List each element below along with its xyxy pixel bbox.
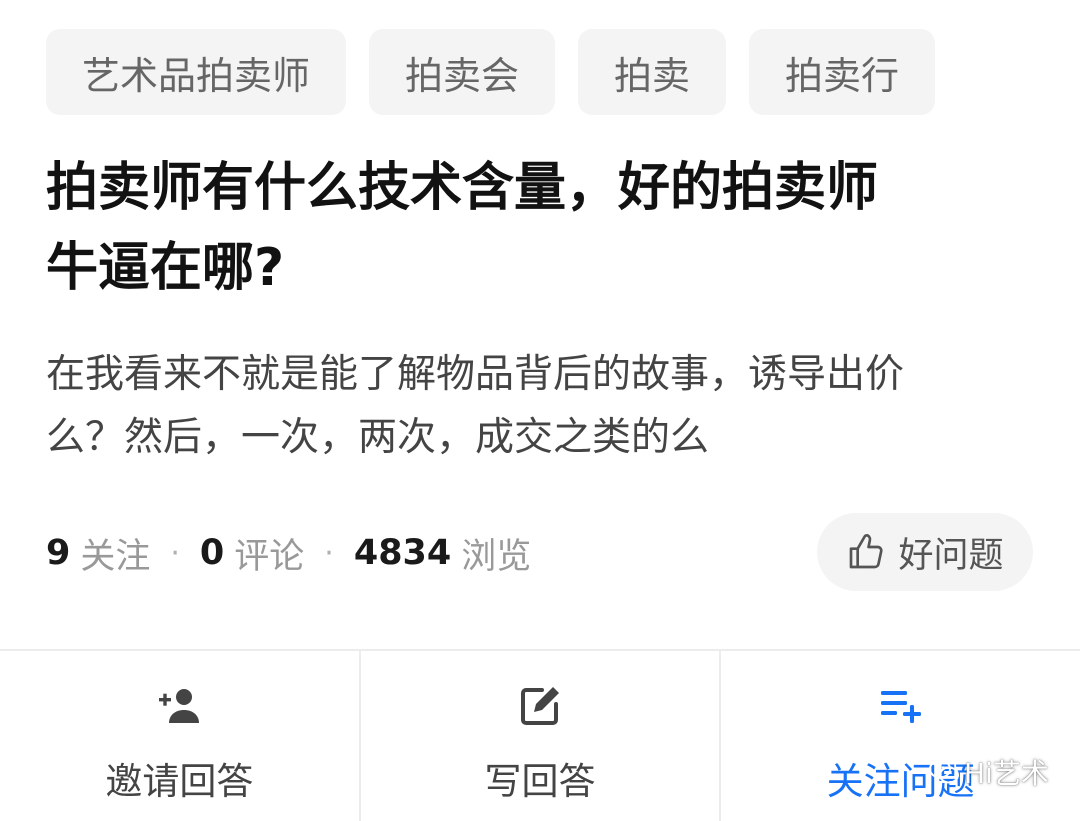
comments-label[interactable]: 评论 xyxy=(234,528,304,579)
edit-icon xyxy=(517,683,563,729)
separator-dot: · xyxy=(170,535,180,571)
invite-answer-button[interactable]: 邀请回答 xyxy=(0,651,359,821)
views-label: 浏览 xyxy=(461,536,532,577)
topic-tag[interactable]: 拍卖行 xyxy=(749,29,936,115)
watermark: Hi艺术 xyxy=(928,752,1049,792)
separator-dot: · xyxy=(324,535,334,571)
question-description[interactable]: 在我看来不就是能了解物品背后的故事，诱导出价 么？然后，一次，两次，成交之类的么 xyxy=(46,343,1036,469)
question-page: 艺术品拍卖师 拍卖会 拍卖 拍卖行 拍卖师有什么技术含量，好的拍卖师 牛逼在哪?… xyxy=(0,0,1080,821)
invite-answer-label: 邀请回答 xyxy=(105,760,254,803)
follow-question-button[interactable]: 关注问题 xyxy=(719,651,1080,821)
question-title-line: 牛逼在哪? xyxy=(46,238,285,298)
add-list-icon xyxy=(878,683,924,729)
good-question-label: 好问题 xyxy=(898,535,1004,576)
write-answer-label: 写回答 xyxy=(484,760,596,803)
wechat-icon xyxy=(929,759,959,784)
question-title-line: 拍卖师有什么技术含量，好的拍卖师 xyxy=(46,158,879,218)
followers-label: 关注 xyxy=(80,536,151,577)
thumbs-up-icon xyxy=(850,533,884,569)
views-count: 4834 xyxy=(353,533,452,573)
followers-count: 9 xyxy=(46,533,71,573)
write-answer-button[interactable]: 写回答 xyxy=(358,651,720,821)
description-line: 么？然后，一次，两次，成交之类的么 xyxy=(46,415,710,460)
add-user-icon xyxy=(156,683,202,729)
question-title: 拍卖师有什么技术含量，好的拍卖师 牛逼在哪? xyxy=(46,148,1026,308)
description-line: 在我看来不就是能了解物品背后的故事，诱导出价 xyxy=(46,352,905,397)
topic-tags: 艺术品拍卖师 拍卖会 拍卖 拍卖行 xyxy=(46,29,936,115)
topic-tag[interactable]: 艺术品拍卖师 xyxy=(46,29,347,115)
good-question-button[interactable]: 好问题 xyxy=(817,513,1033,591)
question-stats: 9 关注 · 0 评论 · 4834 浏览 xyxy=(46,520,531,586)
bottom-action-bar: 邀请回答 写回答 关注问题 xyxy=(0,649,1080,821)
watermark-text: Hi艺术 xyxy=(964,757,1049,790)
topic-tag[interactable]: 拍卖会 xyxy=(369,29,556,115)
topic-tag[interactable]: 拍卖 xyxy=(578,29,727,115)
comments-count: 0 xyxy=(199,533,225,573)
